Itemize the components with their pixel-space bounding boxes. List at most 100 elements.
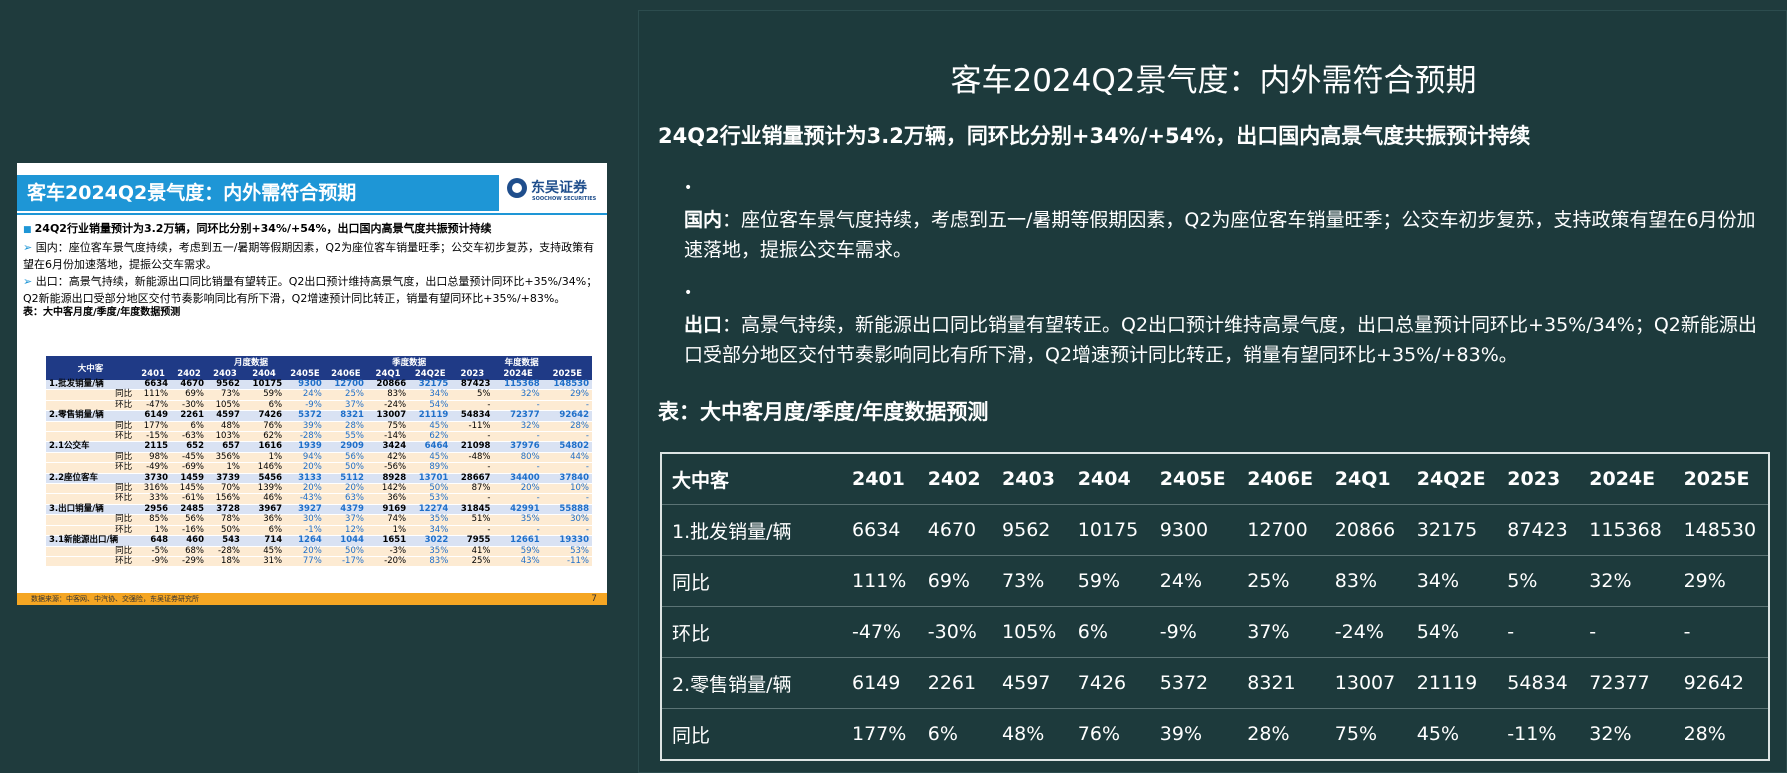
mini-table-cell: 5372 bbox=[285, 410, 325, 422]
mini-table-cell: - bbox=[493, 462, 543, 474]
mini-table-cell: 77% bbox=[285, 556, 325, 568]
table-cell: 25% bbox=[1237, 555, 1325, 607]
table-cell: 32175 bbox=[1406, 504, 1498, 556]
mini-table-cell: 7955 bbox=[451, 535, 494, 547]
mini-table-cell: 50% bbox=[324, 546, 367, 557]
mini-table-cell: 2.1公交车 bbox=[46, 442, 136, 453]
table-cell: 105% bbox=[992, 606, 1068, 658]
mini-table-cell: - bbox=[493, 494, 543, 505]
mini-table-cell: -43% bbox=[285, 494, 325, 505]
mini-table-cell: 2261 bbox=[171, 410, 207, 422]
mini-table-cell: 29% bbox=[542, 390, 592, 401]
mini-table-cell: 18% bbox=[207, 556, 243, 568]
mini-table-cell: 31% bbox=[242, 556, 286, 568]
mini-table-cell: - bbox=[493, 431, 543, 443]
mini-table-cell: 环比 bbox=[46, 556, 136, 568]
table-cell: -30% bbox=[917, 606, 993, 658]
mini-table-cell: 2.2座位客车 bbox=[46, 473, 136, 485]
mini-table-cell: 53% bbox=[409, 494, 452, 505]
mini-table-cell: 44% bbox=[542, 452, 592, 464]
mini-table-cell: 21098 bbox=[451, 442, 494, 453]
table-header-cell: 2401 bbox=[842, 453, 918, 505]
mini-table-cell: 63% bbox=[324, 494, 367, 505]
mini-table-cell: 4670 bbox=[171, 379, 207, 391]
mini-table-cell: 42% bbox=[366, 452, 410, 464]
table-header-cell: 2405E bbox=[1149, 453, 1238, 505]
table-header-cell: 2023 bbox=[1497, 453, 1580, 505]
mini-table-cell: 87% bbox=[451, 483, 494, 495]
mini-table-cell: 10% bbox=[542, 483, 592, 495]
mini-table-cell: 55888 bbox=[542, 504, 592, 516]
mini-table-cell: 25% bbox=[324, 390, 367, 401]
table-cell: 7426 bbox=[1067, 657, 1150, 709]
mini-table-cell: 3424 bbox=[366, 442, 410, 453]
bullet-text: ：高景气持续，新能源出口同比销量有望转正。Q2出口预计维持高景气度，出口总量预计… bbox=[684, 314, 1757, 366]
mini-table-cell: -47% bbox=[135, 400, 172, 412]
mini-table-cell: 75% bbox=[366, 421, 410, 433]
table-cell: 1.批发销量/辆 bbox=[661, 504, 842, 556]
mini-table-cell: 30% bbox=[285, 514, 325, 526]
mini-table-cell: 98% bbox=[135, 452, 172, 464]
mini-table-cell: 51% bbox=[451, 514, 494, 526]
table-cell: 75% bbox=[1324, 708, 1407, 761]
table-cell: 6% bbox=[917, 708, 993, 761]
mini-table-cell: 146% bbox=[242, 462, 286, 474]
mini-table-cell: 111% bbox=[135, 390, 172, 401]
mini-table-cell: 41% bbox=[451, 546, 494, 557]
mini-table-cell: 34% bbox=[409, 525, 452, 537]
mini-table-cell: -29% bbox=[171, 556, 207, 568]
mini-table-cell: 1651 bbox=[366, 535, 410, 547]
table-cell: 12700 bbox=[1237, 504, 1325, 556]
table-cell: 54% bbox=[1406, 606, 1498, 658]
mini-table-cell: 356% bbox=[207, 452, 243, 464]
mini-table-cell: -11% bbox=[451, 421, 494, 433]
footer-source: 数据来源：中客网、中汽协、交强险，东吴证券研究所 bbox=[31, 595, 199, 603]
mini-table-cell: 1459 bbox=[171, 473, 207, 485]
slide-lead: 24Q2行业销量预计为3.2万辆，同环比分别+34%/+54%，出口国内高景气度… bbox=[23, 220, 603, 239]
table-cell: 32% bbox=[1579, 555, 1674, 607]
mini-table-cell: 6634 bbox=[135, 379, 172, 391]
mini-table-cell: 32% bbox=[493, 421, 543, 433]
mini-table-row: 环比 -49% -69% 1% 146% 20% 50% -56% 89% - - - bbox=[46, 462, 592, 474]
mini-table-cell: - bbox=[542, 494, 592, 505]
table-header-cell: 2404 bbox=[1067, 453, 1150, 505]
mini-table-cell: 3730 bbox=[135, 473, 172, 485]
mini-table-cell: 6% bbox=[171, 421, 207, 433]
mini-table-cell: 316% bbox=[135, 483, 172, 495]
mini-table-cell: 148530 bbox=[542, 379, 592, 391]
mini-table-cell: 30% bbox=[542, 514, 592, 526]
slide-footer: 数据来源：中客网、中汽协、交强险，东吴证券研究所 7 bbox=[17, 593, 607, 605]
mini-table-cell: - bbox=[542, 462, 592, 474]
mini-table-cell: 56% bbox=[171, 514, 207, 526]
mini-table-cell: 3927 bbox=[285, 504, 325, 516]
table-header-cell: 24Q2E bbox=[1406, 453, 1498, 505]
mini-table-cell: 37% bbox=[324, 514, 367, 526]
data-table: 大中客 2401 2402 2403 2404 2405E 2406E 24Q1 24Q2E 20… bbox=[660, 452, 1770, 761]
slide-table-caption: 表：大中客月度/季度/年度数据预测 bbox=[23, 307, 181, 318]
slide-thumbnail[interactable]: 客车2024Q2景气度：内外需符合预期 东吴证券 SOOCHOW SECURIT… bbox=[17, 163, 607, 605]
mini-table-cell: 12700 bbox=[324, 379, 367, 391]
mini-table-cell: 3967 bbox=[242, 504, 286, 516]
logo-subtitle: SOOCHOW SECURITIES bbox=[532, 196, 597, 202]
mini-table-cell: 32175 bbox=[409, 379, 452, 391]
mini-table-cell: 1616 bbox=[242, 442, 286, 453]
table-cell: 83% bbox=[1324, 555, 1407, 607]
mini-table-cell: 94% bbox=[285, 452, 325, 464]
mini-table-cell: 13007 bbox=[366, 410, 410, 422]
mini-table-cell: 28% bbox=[324, 421, 367, 433]
mini-table-cell: 46% bbox=[242, 494, 286, 505]
table-cell: 76% bbox=[1067, 708, 1150, 761]
mini-table-cell: 9562 bbox=[207, 379, 243, 391]
mini-table-cell: 5% bbox=[451, 390, 494, 401]
bullet-text: ：座位客车景气度持续，考虑到五一/暑期等假期因素，Q2为座位客车销量旺季；公交车… bbox=[684, 209, 1756, 261]
mini-table-cell: 89% bbox=[409, 462, 452, 474]
table-header-cell: 大中客 bbox=[661, 453, 842, 505]
mini-table-row: 同比 85% 56% 78% 36% 30% 37% 74% 35% 51% 35% 30% bbox=[46, 514, 592, 526]
mini-table-cell: 24% bbox=[285, 390, 325, 401]
mini-table-cell: 69% bbox=[171, 390, 207, 401]
mini-table-cell: - bbox=[542, 400, 592, 412]
table-cell: 111% bbox=[842, 555, 918, 607]
mini-table-cell: 1264 bbox=[285, 535, 325, 547]
mini-table-cell: 73% bbox=[207, 390, 243, 401]
mini-table-cell: 10175 bbox=[242, 379, 286, 391]
